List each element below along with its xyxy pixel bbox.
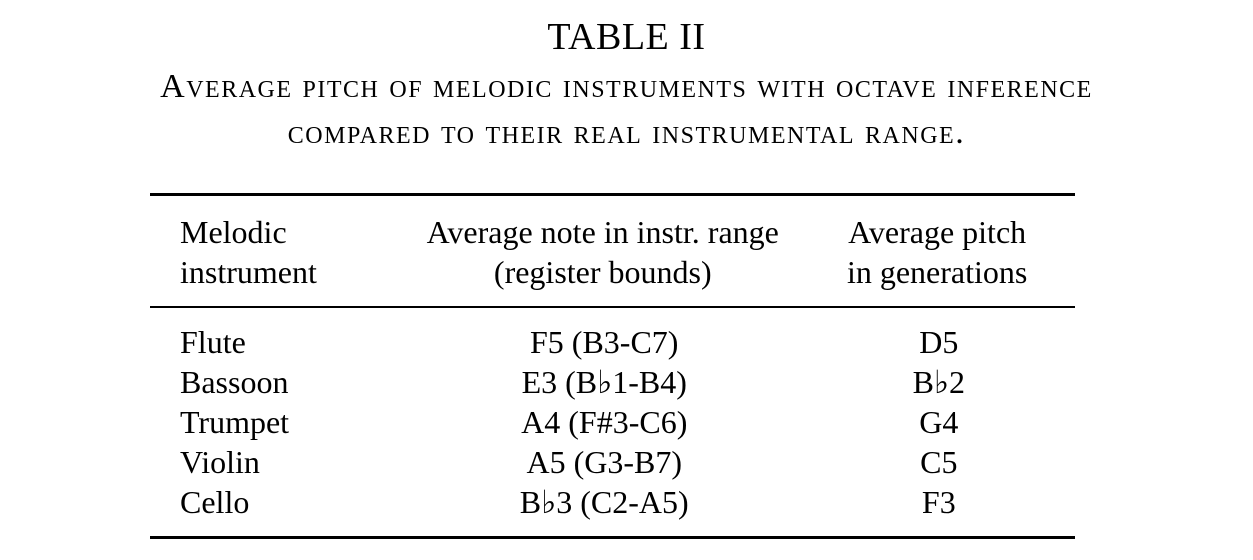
cell-instrument: Trumpet [180,404,290,440]
header-instrument-line2: instrument [180,254,317,290]
table-row: Flute F5 (B3-C7) D5 [150,308,1075,362]
cell-range: F5 (B3-C7) [530,324,679,360]
caption-line-2: compared to their real instrumental rang… [287,114,966,151]
header-pitch: Average pitch in generations [829,196,1075,306]
cell-pitch: F3 [921,484,956,520]
cell-pitch: G4 [919,404,959,440]
cell-instrument: Cello [180,484,250,520]
header-range-line1: Average note in instr. range [426,214,779,250]
table-row: Trumpet A4 (F#3-C6) G4 [150,402,1075,442]
cell-pitch: D5 [919,324,959,360]
cell-instrument: Violin [180,444,260,480]
table-row: Violin A5 (G3-B7) C5 [150,442,1075,482]
cell-instrument: Bassoon [180,364,289,400]
header-pitch-line2: in generations [846,254,1028,290]
table-number: TABLE II [547,16,706,58]
header-instrument-line1: Melodic [180,214,287,250]
header-pitch-line1: Average pitch [848,214,1027,250]
cell-pitch: C5 [920,444,958,480]
caption-line-1: Average pitch of melodic instruments wit… [160,68,1093,105]
header-range-line2: (register bounds) [493,254,712,290]
header-range: Average note in instr. range (register b… [376,196,829,306]
bottom-rule [150,536,1075,539]
cell-pitch: B♭2 [912,364,966,400]
header-row: Melodic instrument Average note in instr… [150,196,1075,306]
data-table: Melodic instrument Average note in instr… [150,193,1075,539]
cell-range: A5 (G3-B7) [526,444,682,480]
table-caption: Average pitch of melodic instruments wit… [0,64,1253,156]
cell-range: E3 (B♭1-B4) [521,364,687,400]
cell-range: B♭3 (C2-A5) [519,484,689,520]
header-instrument: Melodic instrument [150,196,376,306]
table-row: Cello B♭3 (C2-A5) F3 [150,482,1075,536]
cell-instrument: Flute [180,324,246,360]
cell-range: A4 (F#3-C6) [521,404,688,440]
table-row: Bassoon E3 (B♭1-B4) B♭2 [150,362,1075,402]
